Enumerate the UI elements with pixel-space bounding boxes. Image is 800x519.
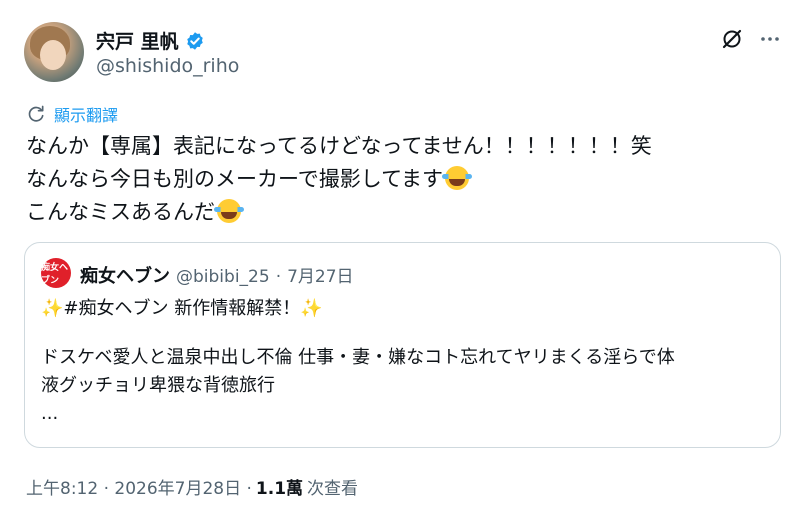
translate-icon (28, 105, 44, 122)
author-avatar[interactable] (24, 22, 84, 82)
quoted-text: ✨#痴女ヘブン 新作情報解禁！✨ ドスケベ愛人と温泉中出し不倫 仕事・妻・嫌なコ… (41, 295, 766, 428)
sparkles-icon: ✨ (300, 298, 323, 319)
quoted-tweet-card[interactable]: 痴女ヘブン 痴女ヘブン @bibibi_25 · 7月27日 ✨#痴女ヘブン 新… (24, 242, 781, 448)
sparkles-icon: ✨ (41, 298, 64, 319)
verified-badge-icon (186, 31, 203, 50)
quoted-header: 痴女ヘブン @bibibi_25 · 7月27日 (80, 262, 354, 288)
face-with-tears-of-joy-emoji (214, 199, 244, 223)
views-count: 1.1萬 (255, 479, 304, 499)
quoted-ellipsis: ... (41, 403, 59, 424)
quoted-avatar-logo-text: 痴女ヘブン (41, 263, 69, 286)
author-display-name[interactable]: 宍戸 里帆 (96, 27, 179, 54)
quoted-headline-row: ✨#痴女ヘブン 新作情報解禁！✨ (41, 295, 766, 323)
quoted-separator: · (275, 267, 282, 287)
quoted-author-avatar[interactable]: 痴女ヘブン (41, 258, 71, 288)
author-name-row: 宍戸 里帆 (96, 27, 205, 54)
quoted-blank-line (41, 323, 766, 344)
views-label: 次查看 (307, 479, 359, 499)
tweet-line-2-text: なんなら今日も別のメーカーで撮影してます (26, 167, 444, 191)
more-options-icon[interactable] (758, 27, 782, 51)
tweet-line-3: こんなミスあるんだ (26, 196, 766, 229)
quoted-author-name[interactable]: 痴女ヘブン (80, 262, 170, 288)
tweet-timestamp[interactable]: 上午8:12 · 2026年7月28日 · (26, 474, 252, 499)
quoted-body-line-2: 液グッチョリ卑猥な背徳旅行 (41, 375, 275, 396)
translate-button[interactable]: 顯示翻譯 (26, 102, 118, 126)
tweet-line-3-text: こんなミスあるんだ (26, 200, 215, 224)
avatar-face (40, 40, 66, 70)
quoted-author-handle[interactable]: @bibibi_25 (176, 267, 270, 287)
face-with-tears-of-joy-emoji (442, 166, 473, 190)
grok-icon[interactable] (720, 27, 744, 51)
quoted-body-line-1: ドスケベ愛人と温泉中出し不倫 仕事・妻・嫌なコト忘れてヤリまくる淫らで体 (41, 347, 675, 368)
tweet-meta: 上午8:12 · 2026年7月28日 · 1.1萬 次查看 (26, 474, 358, 499)
author-handle[interactable]: @shishido_riho (96, 55, 239, 77)
tweet-line-2: なんなら今日も別のメーカーで撮影してます (26, 163, 766, 196)
tweet-text: なんか【専属】表記になってるけどなってません！！！！！！！笑 なんなら今日も別の… (26, 130, 766, 229)
quoted-headline: #痴女ヘブン 新作情報解禁！ (63, 298, 301, 319)
translate-label[interactable]: 顯示翻譯 (54, 102, 118, 126)
quoted-date[interactable]: 7月27日 (287, 262, 353, 287)
tweet-line-1: なんか【専属】表記になってるけどなってません！！！！！！！笑 (26, 134, 652, 158)
